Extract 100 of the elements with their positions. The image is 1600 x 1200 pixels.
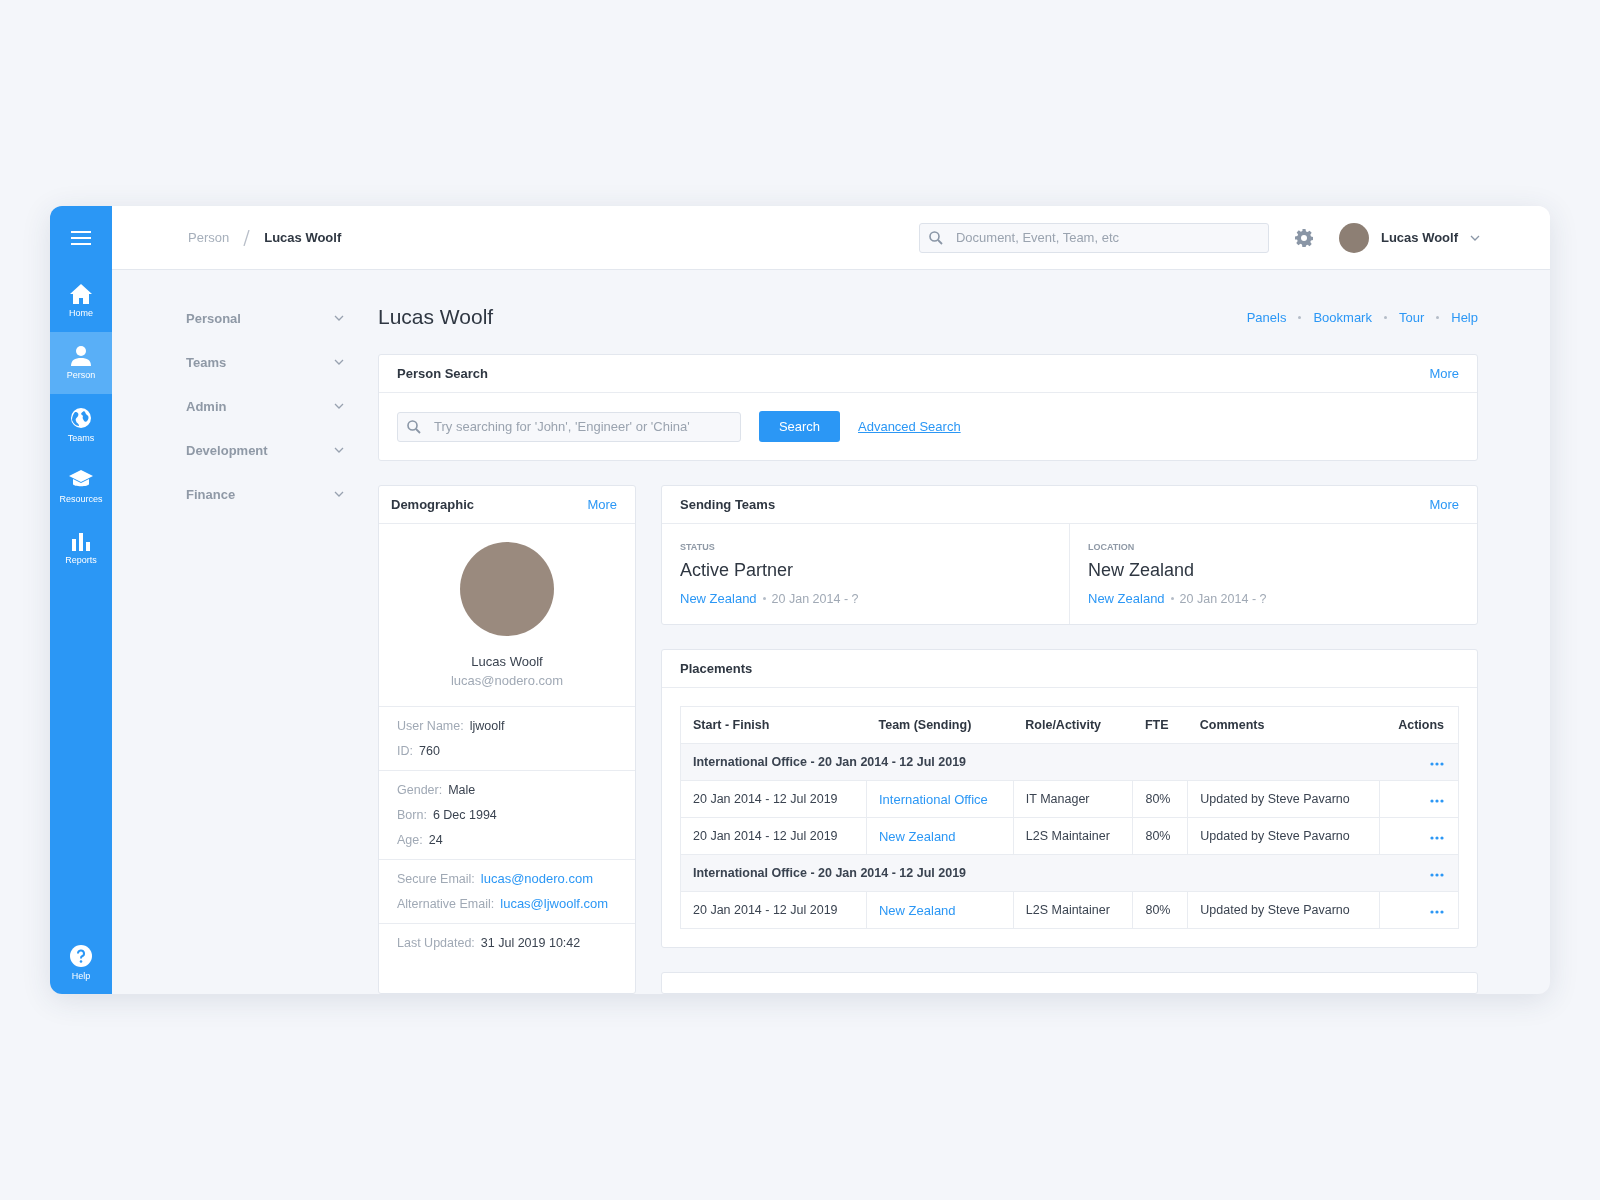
date-range: 20 Jan 2014 - ?	[771, 591, 859, 606]
team-link[interactable]: New Zealand	[1088, 591, 1165, 606]
search-icon	[928, 230, 943, 245]
card-title: Demographic	[391, 497, 475, 512]
sidebar-item[interactable]: Person	[50, 332, 112, 394]
email-link[interactable]: lucas@nodero.com	[480, 870, 593, 888]
help-button[interactable]: Help	[50, 932, 112, 994]
card-title: Placements	[680, 661, 753, 676]
search-field[interactable]: Document, Event, Team, etc	[918, 222, 1269, 253]
menu-icon	[71, 231, 91, 245]
more-icon[interactable]	[1430, 799, 1444, 803]
team-link[interactable]: New Zealand	[680, 591, 757, 606]
page-link[interactable]: Bookmark	[1313, 309, 1372, 325]
separator-dot	[1436, 315, 1440, 319]
sidebar-item[interactable]: Home	[50, 270, 112, 332]
table-cell: 80%	[1132, 891, 1188, 929]
settings-icon[interactable]	[1294, 228, 1313, 247]
chevron-icon	[334, 403, 344, 409]
avatar	[1338, 222, 1369, 253]
section-menu-item[interactable]: Teams	[186, 340, 348, 384]
page-title: Lucas Woolf	[378, 305, 494, 329]
globe-icon	[70, 407, 92, 429]
sidebar-item[interactable]: Resources	[50, 456, 112, 518]
help-icon	[70, 945, 92, 967]
card-title: Person Search	[397, 366, 489, 381]
group-row-label: International Office - 20 Jan 2014 - 12 Jul 2019	[680, 743, 1380, 781]
table-cell: 80%	[1132, 780, 1188, 818]
section-menu-item[interactable]: Development	[186, 428, 348, 472]
page-link[interactable]: Tour	[1398, 309, 1425, 325]
separator-dot	[762, 597, 766, 600]
field-value: 760	[419, 743, 440, 760]
chevron-icon	[334, 447, 344, 453]
page-link[interactable]: Help	[1451, 309, 1478, 325]
chevron-icon	[334, 315, 344, 321]
section-menu-item[interactable]: Personal	[186, 296, 348, 340]
column-header: Role/Activity	[1013, 706, 1133, 744]
home-icon	[70, 284, 92, 304]
breadcrumb-separator	[243, 229, 251, 246]
section-menu-item[interactable]: Admin	[186, 384, 348, 428]
field-value: 24	[428, 832, 443, 849]
field-label: Gender:	[397, 782, 443, 799]
separator-dot	[1170, 597, 1174, 600]
column-header: FTE	[1132, 706, 1188, 744]
chevron-down-icon	[1470, 234, 1480, 241]
advanced-search-link[interactable]: Advanced Search	[858, 419, 961, 434]
card-title: Sending Teams	[680, 497, 776, 512]
page-link[interactable]: Panels	[1246, 309, 1287, 325]
more-icon[interactable]	[1430, 873, 1444, 877]
table-cell: 80%	[1132, 817, 1188, 855]
more-link[interactable]: More	[1429, 497, 1459, 512]
column-header: Start - Finish	[680, 706, 867, 744]
column-header: Team (Sending)	[866, 706, 1014, 744]
section-menu-item[interactable]: Finance	[186, 472, 348, 516]
column-header: Actions	[1379, 706, 1459, 744]
more-icon[interactable]	[1430, 836, 1444, 840]
separator-dot	[1383, 315, 1387, 319]
person-icon	[70, 346, 92, 366]
table-cell: Updated by Steve Pavarno	[1187, 817, 1380, 855]
panel-value: Active Partner	[680, 560, 795, 581]
more-link[interactable]: More	[587, 497, 617, 512]
field-label: ID:	[397, 743, 413, 760]
field-label: Age:	[397, 832, 423, 849]
field-label: User Name:	[397, 718, 464, 735]
more-icon[interactable]	[1430, 910, 1444, 914]
search-icon	[407, 419, 421, 434]
breadcrumb-current: Lucas Woolf	[264, 230, 342, 245]
table-cell: Updated by Steve Pavarno	[1187, 891, 1380, 929]
field-label: Secure Email:	[397, 871, 475, 888]
field-label: Born:	[397, 807, 427, 824]
more-link[interactable]: More	[1429, 366, 1459, 381]
table-cell: L2S Maintainer	[1013, 891, 1133, 929]
field-label: Alternative Email:	[397, 896, 495, 913]
field-label: Last Updated:	[397, 935, 475, 952]
panel-value: New Zealand	[1088, 560, 1196, 581]
date-range: 20 Jan 2014 - ?	[1179, 591, 1267, 606]
table-cell: IT Manager	[1013, 780, 1133, 818]
profile-email: lucas@nodero.com	[450, 673, 564, 688]
field-value: 6 Dec 1994	[432, 807, 497, 824]
table-cell: 20 Jan 2014 - 12 Jul 2019	[680, 891, 867, 929]
person-search-field[interactable]: Try searching for 'John', 'Engineer' or 'China'	[397, 411, 741, 442]
profile-name: Lucas Woolf	[471, 654, 543, 669]
more-icon[interactable]	[1430, 762, 1444, 766]
panel-caption: STATUS	[680, 542, 716, 552]
table-cell: 20 Jan 2014 - 12 Jul 2019	[680, 817, 867, 855]
field-value: ljwoolf	[469, 718, 505, 735]
user-menu[interactable]: Lucas Woolf	[1338, 222, 1480, 253]
table-cell: Updated by Steve Pavarno	[1187, 780, 1380, 818]
separator-dot	[1298, 315, 1302, 319]
panel-caption: LOCATION	[1088, 542, 1136, 552]
sidebar-item[interactable]: Teams	[50, 394, 112, 456]
bar-chart-icon	[71, 533, 91, 551]
table-cell: 20 Jan 2014 - 12 Jul 2019	[680, 780, 867, 818]
group-row-label: International Office - 20 Jan 2014 - 12 Jul 2019	[680, 854, 1380, 892]
search-button[interactable]: Search	[759, 411, 840, 442]
sidebar-item[interactable]: Reports	[50, 518, 112, 580]
chevron-icon	[334, 359, 344, 365]
field-value: 31 Jul 2019 10:42	[480, 935, 581, 952]
breadcrumb-link[interactable]: Person	[188, 230, 230, 245]
table-cell: L2S Maintainer	[1013, 817, 1133, 855]
email-link[interactable]: lucas@ljwoolf.com	[500, 895, 609, 913]
